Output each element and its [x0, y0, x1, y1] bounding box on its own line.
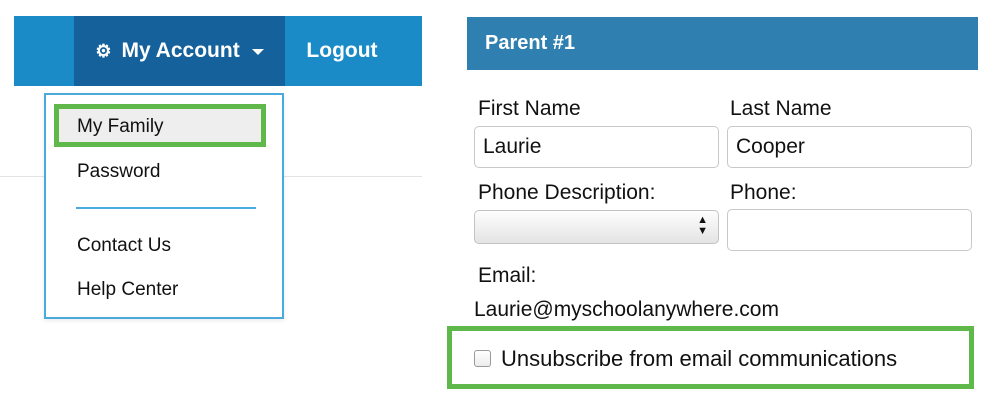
- top-navbar: ⚙ My Account Logout: [14, 16, 422, 86]
- first-name-label: First Name: [478, 97, 581, 120]
- logout-link[interactable]: Logout: [285, 16, 399, 86]
- email-label: Email:: [478, 264, 537, 287]
- phone-label: Phone:: [730, 181, 797, 204]
- my-account-menu-button[interactable]: ⚙ My Account: [74, 16, 285, 86]
- menu-divider: [76, 207, 256, 209]
- unsubscribe-checkbox[interactable]: [474, 350, 491, 367]
- unsubscribe-label[interactable]: Unsubscribe from email communications: [501, 346, 897, 372]
- menu-item-help-center[interactable]: Help Center: [77, 279, 178, 301]
- menu-item-my-family[interactable]: My Family: [54, 104, 266, 147]
- menu-item-contact-us[interactable]: Contact Us: [77, 235, 171, 257]
- select-arrows-icon: ▲ ▼: [697, 214, 708, 237]
- account-dropdown-menu: My Family Password Contact Us Help Cente…: [44, 93, 284, 319]
- phone-input[interactable]: [727, 209, 972, 251]
- last-name-label: Last Name: [730, 97, 832, 120]
- parent-panel-header: Parent #1: [467, 17, 978, 70]
- email-value: Laurie@myschoolanywhere.com: [474, 298, 779, 321]
- menu-item-label: My Family: [77, 116, 164, 137]
- phone-description-label: Phone Description:: [478, 181, 656, 204]
- my-account-label: My Account: [121, 39, 240, 62]
- phone-description-select[interactable]: ▲ ▼: [474, 210, 719, 244]
- gear-icon: ⚙: [95, 40, 112, 61]
- first-name-input[interactable]: [474, 126, 719, 168]
- menu-item-password[interactable]: Password: [77, 161, 160, 183]
- caret-down-icon: [251, 49, 264, 55]
- last-name-input[interactable]: [727, 126, 972, 168]
